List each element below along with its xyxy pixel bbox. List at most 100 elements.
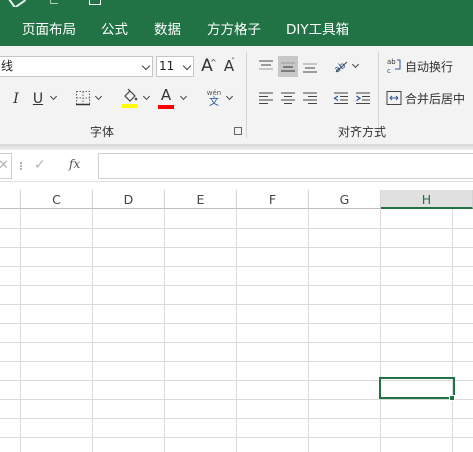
quick-access-toolbar <box>0 0 473 9</box>
chevron-down-icon[interactable] <box>49 92 58 101</box>
column-header-d[interactable]: D <box>93 190 165 209</box>
active-cell[interactable] <box>379 377 455 399</box>
fill-color-button[interactable] <box>121 86 139 110</box>
merge-center-button[interactable]: 合并后居中 <box>386 88 472 108</box>
header-gap <box>0 182 473 190</box>
font-color-button[interactable]: A <box>157 86 175 110</box>
chevron-down-icon[interactable] <box>182 61 192 71</box>
alignment-group-label: 对齐方式 <box>338 125 387 139</box>
column-header-e[interactable]: E <box>165 190 237 209</box>
grid-line <box>0 399 473 400</box>
tab-data[interactable]: 数据 <box>154 18 181 38</box>
chevron-down-icon[interactable] <box>179 92 188 101</box>
orientation-button[interactable]: ab <box>332 56 350 76</box>
underline-button[interactable]: U <box>29 88 47 110</box>
tab-formulas[interactable]: 公式 <box>101 18 128 38</box>
grid-line <box>236 209 237 452</box>
grid-line <box>0 342 473 343</box>
font-name-value: 线 <box>1 59 14 73</box>
column-header-h[interactable]: H <box>381 190 473 209</box>
grid-line <box>0 418 473 419</box>
cancel-icon[interactable]: ✕ <box>0 158 9 173</box>
formula-input[interactable] <box>98 153 473 179</box>
text-orientation-icon: ab <box>333 61 348 75</box>
italic-button[interactable]: I <box>9 88 23 110</box>
grow-font-button[interactable]: A ^ <box>197 55 217 77</box>
align-right-icon <box>303 92 317 104</box>
grid-line <box>20 209 21 452</box>
formula-bar: ✕ ✓ fx <box>0 150 473 182</box>
font-dialog-launcher-icon[interactable] <box>234 127 242 135</box>
phonetic-button[interactable]: wén 文 <box>203 86 225 110</box>
excel-window: 页面布局 公式 数据 方方格子 DIY工具箱 线 11 A ^ A ˇ I U <box>0 0 473 452</box>
chevron-down-icon[interactable] <box>94 92 103 101</box>
italic-label: I <box>13 91 19 107</box>
formula-bar-grip[interactable] <box>20 162 22 170</box>
svg-text:c: c <box>387 67 391 75</box>
tab-diy-toolbox[interactable]: DIY工具箱 <box>286 18 349 38</box>
decrease-indent-icon <box>333 92 348 104</box>
grid-line <box>0 323 473 324</box>
align-middle-icon <box>281 62 295 71</box>
quick-access-icon[interactable] <box>89 0 101 5</box>
borders-icon <box>76 91 90 106</box>
merge-center-icon <box>386 91 402 105</box>
ribbon-home: 线 11 A ^ A ˇ I U A wén 文 字体 ab c 自动换行 合并… <box>0 46 473 144</box>
grid-line <box>92 209 93 452</box>
align-right-button[interactable] <box>300 88 320 108</box>
chevron-down-icon[interactable] <box>142 92 151 101</box>
align-middle-button[interactable] <box>278 56 298 77</box>
column-header-b[interactable] <box>0 190 21 209</box>
grid-line <box>0 228 473 229</box>
font-size-value: 11 <box>159 59 175 73</box>
cell-grid[interactable] <box>0 209 473 452</box>
chevron-down-icon[interactable] <box>225 92 234 101</box>
font-size-combobox[interactable]: 11 <box>156 56 194 77</box>
increase-indent-icon <box>356 92 370 104</box>
phonetic-bottom-label: 文 <box>209 96 219 108</box>
grid-line <box>0 247 473 248</box>
wrap-text-icon: ab c <box>387 58 401 75</box>
merge-center-label: 合并后居中 <box>405 91 466 106</box>
grid-line <box>380 209 381 452</box>
wrap-text-label: 自动换行 <box>405 59 454 74</box>
font-name-combobox[interactable]: 线 <box>0 56 153 77</box>
shrink-font-button[interactable]: A ˇ <box>219 55 239 77</box>
arrow-down-icon: ˇ <box>231 57 235 66</box>
group-divider <box>246 52 247 138</box>
tab-page-layout[interactable]: 页面布局 <box>22 18 76 38</box>
fill-handle[interactable] <box>449 395 455 401</box>
font-color-swatch <box>158 105 174 109</box>
align-left-icon <box>259 92 273 104</box>
chevron-down-icon[interactable] <box>141 61 151 71</box>
grid-line <box>0 361 473 362</box>
underline-label: U <box>32 91 44 107</box>
enter-icon[interactable]: ✓ <box>34 157 46 173</box>
grid-line <box>452 209 453 452</box>
wrap-text-button[interactable]: ab c 自动换行 <box>386 56 472 76</box>
align-center-icon <box>281 92 295 104</box>
align-center-button[interactable] <box>278 88 298 108</box>
align-top-icon <box>259 60 273 70</box>
insert-function-button[interactable]: fx <box>69 157 80 171</box>
align-top-button[interactable] <box>256 56 276 76</box>
decrease-indent-button[interactable] <box>331 88 351 108</box>
grid-line <box>308 209 309 452</box>
ribbon-tab-bar: 页面布局 公式 数据 方方格子 DIY工具箱 <box>0 7 473 46</box>
column-header-g[interactable]: G <box>309 190 381 209</box>
grid-line <box>0 285 473 286</box>
phonetic-top-label: wén <box>206 88 222 97</box>
grid-line <box>0 304 473 305</box>
arrow-up-icon: ^ <box>210 58 217 67</box>
align-left-button[interactable] <box>256 88 276 108</box>
column-header-f[interactable]: F <box>237 190 309 209</box>
borders-button[interactable] <box>75 90 91 106</box>
align-bottom-icon <box>303 63 317 73</box>
tab-fangfang[interactable]: 方方格子 <box>207 18 261 38</box>
increase-indent-button[interactable] <box>353 88 373 108</box>
align-bottom-button[interactable] <box>300 56 320 76</box>
redo-icon[interactable] <box>50 0 58 4</box>
grid-line <box>164 209 165 452</box>
chevron-down-icon[interactable] <box>351 60 360 69</box>
column-header-c[interactable]: C <box>21 190 93 209</box>
